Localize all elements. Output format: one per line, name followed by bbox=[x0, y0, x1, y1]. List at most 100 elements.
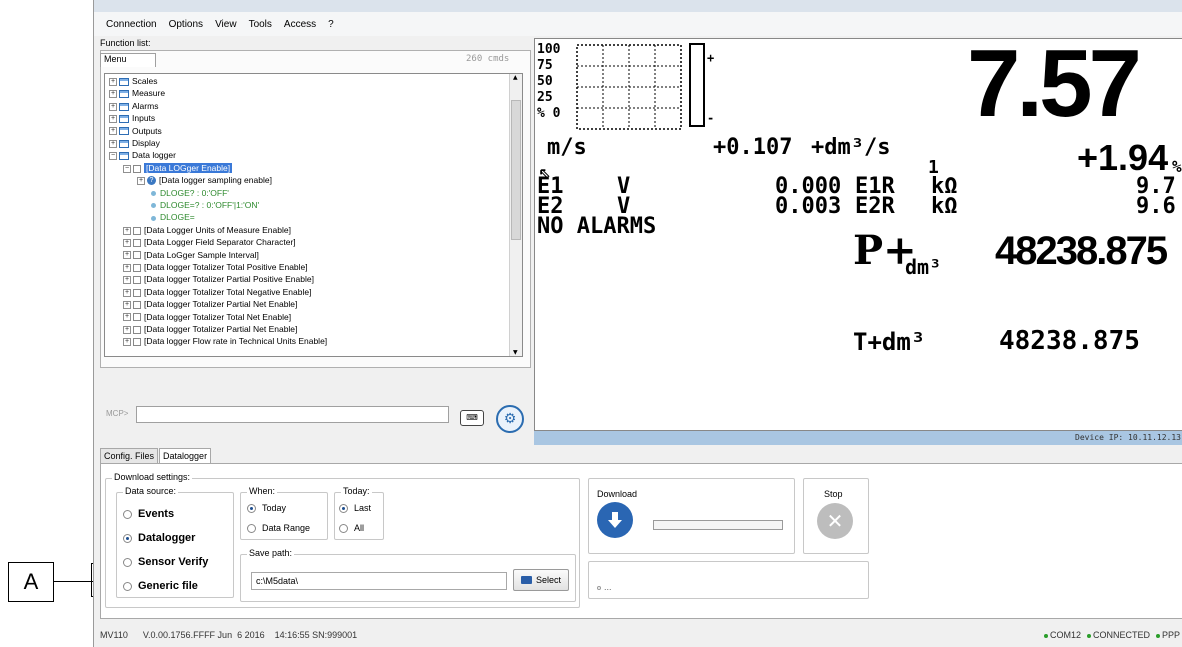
expand-icon[interactable]: + bbox=[109, 90, 117, 99]
expand-icon[interactable]: + bbox=[109, 77, 117, 86]
radio-all[interactable]: All bbox=[339, 523, 364, 533]
menu-options[interactable]: Options bbox=[169, 19, 203, 30]
expand-icon[interactable]: + bbox=[109, 139, 117, 148]
expand-icon[interactable]: + bbox=[123, 251, 131, 260]
table-icon bbox=[119, 127, 129, 136]
tree-item[interactable]: DLOGE=? : 0:'OFF'|1:'ON' bbox=[151, 200, 259, 211]
tree-item[interactable]: + Scales bbox=[109, 76, 158, 87]
expand-icon[interactable]: + bbox=[123, 226, 131, 235]
expand-icon[interactable]: + bbox=[123, 325, 131, 334]
download-button[interactable] bbox=[597, 502, 633, 538]
tree-item[interactable]: +? [Data logger sampling enable] bbox=[137, 175, 272, 186]
menu-access[interactable]: Access bbox=[284, 19, 316, 30]
tree-item-label: [Data Logger Units of Measure Enable] bbox=[144, 224, 291, 235]
radio-generic-file[interactable]: Generic file bbox=[123, 580, 198, 592]
radio-sensor-verify[interactable]: Sensor Verify bbox=[123, 556, 208, 568]
tree-item[interactable]: + Measure bbox=[109, 88, 165, 99]
download-settings-group: Download settings: Data source: Events D… bbox=[105, 472, 580, 608]
tree-item[interactable]: + [Data logger Totalizer Total Positive E… bbox=[123, 262, 308, 273]
tree-item[interactable]: DLOGE= bbox=[151, 212, 195, 223]
menu-connection[interactable]: Connection bbox=[106, 19, 157, 30]
mcp-label: MCP> bbox=[106, 409, 129, 418]
menu-view[interactable]: View bbox=[215, 19, 237, 30]
e2-value: 0.003 bbox=[775, 194, 842, 219]
tree-scrollbar[interactable]: ▲ ▼ bbox=[509, 74, 522, 356]
radio-all-circle[interactable] bbox=[339, 523, 348, 533]
tree-item[interactable]: + [Data LoGger Sample Interval] bbox=[123, 250, 259, 261]
tree-item[interactable]: + [Data logger Totalizer Total Negative E… bbox=[123, 287, 311, 298]
main-value: 7.57 bbox=[967, 38, 1142, 137]
tree-item[interactable]: + [Data logger Totalizer Partial Net Enab… bbox=[123, 299, 297, 310]
tree-item[interactable]: + [Data logger Totalizer Partial Net Enab… bbox=[123, 324, 297, 335]
tab-datalogger[interactable]: Datalogger bbox=[159, 448, 212, 464]
tree-item[interactable]: DLOGE? : 0:'OFF' bbox=[151, 188, 229, 199]
tree-item[interactable]: + Alarms bbox=[109, 101, 158, 112]
settings-button[interactable]: ⚙ bbox=[496, 405, 524, 433]
expand-icon[interactable]: + bbox=[109, 127, 117, 136]
tree-item[interactable]: + Display bbox=[109, 138, 160, 149]
document-icon bbox=[133, 226, 141, 235]
expand-icon[interactable]: + bbox=[123, 263, 131, 272]
tab-config-files[interactable]: Config. Files bbox=[100, 448, 159, 464]
mcp-input[interactable] bbox=[136, 406, 449, 423]
radio-events[interactable]: Events bbox=[123, 508, 174, 520]
radio-last-circle[interactable] bbox=[339, 503, 348, 513]
bullet-icon bbox=[151, 215, 156, 221]
radio-today[interactable]: Today bbox=[247, 503, 286, 513]
radio-datalogger[interactable]: Datalogger bbox=[123, 532, 195, 544]
tree-item[interactable]: + [Data Logger Units of Measure Enable] bbox=[123, 225, 291, 236]
expand-icon[interactable]: + bbox=[123, 300, 131, 309]
tree-item[interactable]: − [Data LOGger Enable] bbox=[123, 162, 233, 174]
menu-tools[interactable]: Tools bbox=[249, 19, 272, 30]
radio-data-range-circle[interactable] bbox=[247, 523, 256, 533]
tree-item[interactable]: + [Data logger Totalizer Total Net Enable… bbox=[123, 312, 291, 323]
stop-button[interactable]: ✕ bbox=[817, 503, 853, 539]
bar-graph bbox=[576, 43, 705, 130]
expand-icon[interactable]: + bbox=[137, 176, 145, 185]
expand-icon[interactable]: + bbox=[123, 238, 131, 247]
radio-events-label: Events bbox=[138, 508, 175, 520]
expand-icon[interactable]: + bbox=[123, 338, 131, 347]
expand-icon[interactable]: + bbox=[109, 102, 117, 111]
radio-sensor-verify-circle[interactable] bbox=[123, 557, 132, 567]
expand-icon[interactable]: + bbox=[109, 114, 117, 123]
scroll-up-icon[interactable]: ▲ bbox=[513, 74, 518, 81]
tree-item[interactable]: + Inputs bbox=[109, 113, 155, 124]
save-path-input[interactable]: c:\M5data\ bbox=[251, 572, 507, 590]
expand-icon[interactable]: + bbox=[123, 313, 131, 322]
alarm-status: NO ALARMS bbox=[537, 214, 657, 239]
e2r-value: 9.6 bbox=[1136, 194, 1176, 219]
table-icon bbox=[119, 90, 129, 99]
radio-data-range[interactable]: Data Range bbox=[247, 523, 310, 533]
tree-item-label: [Data logger Totalizer Partial Net Enabl… bbox=[144, 324, 298, 334]
radio-last[interactable]: Last bbox=[339, 503, 371, 513]
tree-item-label: [Data logger Totalizer Partial Net Enabl… bbox=[144, 299, 298, 310]
radio-events-circle[interactable] bbox=[123, 509, 132, 519]
tree-item[interactable]: − Data logger bbox=[109, 150, 176, 161]
select-button[interactable]: Select bbox=[513, 569, 569, 591]
radio-generic-file-circle[interactable] bbox=[123, 581, 132, 591]
radio-datalogger-circle[interactable] bbox=[123, 533, 132, 543]
lower-panel: Config. Files Datalogger Download settin… bbox=[94, 448, 1182, 623]
partial-total-value: 48238.875 bbox=[995, 229, 1168, 273]
expand-icon[interactable]: + bbox=[123, 288, 131, 297]
menu-help[interactable]: ? bbox=[328, 19, 334, 30]
scroll-thumb[interactable] bbox=[511, 100, 521, 240]
document-icon bbox=[133, 263, 141, 272]
today-title: Today: bbox=[341, 486, 372, 496]
tree-item-label: DLOGE=? : 0:'OFF'|1:'ON' bbox=[160, 200, 260, 210]
radio-today-circle[interactable] bbox=[247, 503, 256, 513]
tree-item[interactable]: + Outputs bbox=[109, 126, 162, 137]
document-icon bbox=[133, 300, 141, 309]
tree-item[interactable]: + [Data logger Flow rate in Technical Uni… bbox=[123, 336, 327, 347]
keyboard-button[interactable]: ⌨ bbox=[460, 410, 484, 426]
connected-status: CONNECTED bbox=[1086, 630, 1150, 640]
tab-menu[interactable]: Menu bbox=[100, 53, 156, 67]
tree-item[interactable]: + [Data logger Totalizer Partial Positive… bbox=[123, 274, 314, 285]
collapse-icon[interactable]: − bbox=[123, 164, 131, 173]
collapse-icon[interactable]: − bbox=[109, 152, 117, 161]
document-icon bbox=[133, 164, 141, 173]
scroll-down-icon[interactable]: ▼ bbox=[513, 349, 518, 356]
tree-item[interactable]: + [Data Logger Field Separator Character] bbox=[123, 237, 296, 248]
expand-icon[interactable]: + bbox=[123, 276, 131, 285]
